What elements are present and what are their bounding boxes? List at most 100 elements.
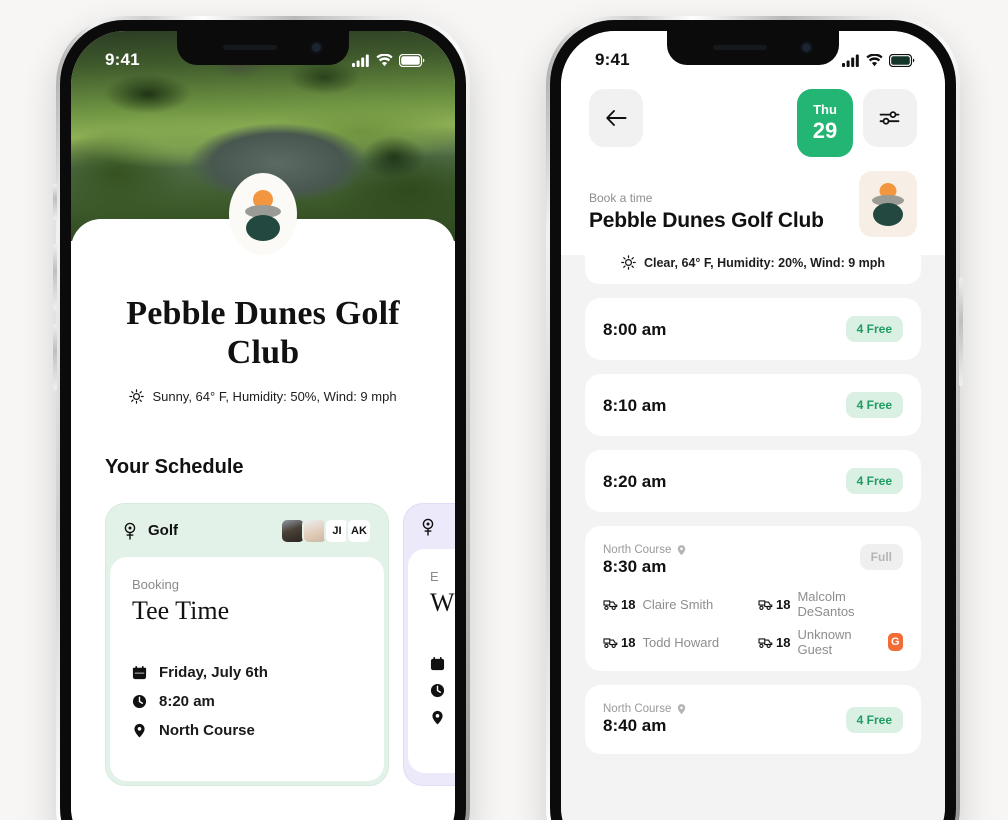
back-button[interactable] (589, 89, 643, 147)
cellular-bars-icon (842, 54, 860, 67)
header-controls-row: Thu 29 (589, 89, 917, 157)
slot-header-left: North Course 8:30 am (603, 544, 687, 577)
slot-time: 8:00 am (603, 319, 667, 339)
phone-bezel-right: 9:41 Thu 29 Book a time Pebble Dunes Gol… (550, 20, 956, 820)
slot-availability-badge: 4 Free (845, 316, 903, 342)
booking-time-row: 8:20 am (132, 693, 362, 710)
power-button-right[interactable] (959, 278, 963, 386)
booking-label-2: E (430, 568, 439, 584)
golf-tee-icon (420, 518, 436, 536)
slot-time: 8:10 am (603, 395, 667, 415)
wifi-icon (866, 53, 883, 67)
slot-course: North Course (603, 703, 687, 715)
booking-date-row: Friday, July 6th (132, 664, 362, 681)
filter-button[interactable] (863, 89, 917, 147)
silence-switch-left[interactable] (53, 184, 57, 220)
slot-players-grid: 18 Claire Smith 18 Malcolm DeSantos 18 T… (603, 589, 903, 657)
schedule-card-header-left-2 (420, 518, 446, 536)
booking-location-row-2 (430, 710, 455, 725)
wifi-icon (376, 53, 393, 67)
page-title: Pebble Dunes Golf Club (126, 295, 400, 371)
earpiece-speaker-icon (223, 45, 277, 50)
sliders-icon (879, 109, 901, 127)
booking-date-text: Friday, July 6th (159, 663, 268, 681)
player-holes: 18 (603, 635, 635, 650)
tee-time-slot[interactable]: 8:20 am 4 Free (585, 450, 921, 512)
player-row-guest: 18 Unknown Guest G (758, 627, 903, 657)
slot-availability-badge: 4 Free (845, 392, 903, 418)
phone-device-left: 9:41 Pebble Dunes Golf Club Sunny, 64° F… (53, 16, 470, 820)
booking-title-2: W W (430, 587, 455, 617)
tee-time-slot[interactable]: 8:00 am 4 Free (585, 298, 921, 360)
weather-text: Sunny, 64° F, Humidity: 50%, Wind: 9 mph (152, 388, 397, 404)
slot-time: 8:40 am (603, 716, 667, 735)
booking-label: Booking (132, 576, 179, 592)
phone-screen-left: 9:41 Pebble Dunes Golf Club Sunny, 64° F… (71, 31, 455, 820)
schedule-card-golf[interactable]: Golf JI AK Booking Tee Time Friday, July… (105, 502, 389, 786)
schedule-card-secondary[interactable]: E W W (403, 502, 455, 786)
player-name: Todd Howard (642, 634, 720, 650)
header-club-title: Pebble Dunes Golf Club (589, 209, 824, 232)
front-camera-icon (310, 41, 323, 54)
player-holes-count: 18 (776, 634, 791, 650)
calendar-icon (430, 656, 445, 671)
tee-time-list[interactable]: Clear, 64° F, Humidity: 20%, Wind: 9 mph… (561, 229, 945, 820)
player-holes-count: 18 (621, 634, 636, 650)
schedule-card-label: Golf (148, 522, 178, 539)
tee-time-slot[interactable]: North Course 8:40 am 4 Free (585, 685, 921, 754)
attendee-avatars[interactable]: JI AK (280, 517, 372, 544)
sun-icon (129, 388, 145, 404)
header-title-block: Book a time Pebble Dunes Golf Club (589, 191, 824, 233)
notch-right (667, 31, 839, 65)
player-name: Malcolm DeSantos (797, 589, 855, 619)
schedule-card-body-2: E W W (408, 548, 455, 773)
schedule-card-header-left: Golf (122, 522, 178, 540)
header-title-row: Book a time Pebble Dunes Golf Club (589, 171, 917, 237)
phone-bezel-left: 9:41 Pebble Dunes Golf Club Sunny, 64° F… (60, 20, 466, 820)
date-selector-chip[interactable]: Thu 29 (797, 89, 853, 157)
player-holes-count: 18 (621, 596, 636, 612)
status-time: 9:41 (105, 50, 140, 69)
club-logo-tile[interactable] (859, 171, 917, 237)
slot-course-name: North Course (603, 544, 672, 556)
slot-availability-badge: 4 Free (845, 468, 903, 494)
booking-time-text: 8:20 am (159, 692, 215, 710)
player-row: 18 Malcolm DeSantos (758, 589, 903, 619)
volume-down-button-left[interactable] (53, 324, 57, 390)
player-holes: 18 (758, 597, 790, 612)
weather-summary: Sunny, 64° F, Humidity: 50%, Wind: 9 mph (71, 389, 455, 404)
location-pin-icon (430, 710, 445, 725)
stacked-stones-logo-icon (240, 188, 286, 241)
slot-availability-badge: 4 Free (845, 706, 903, 733)
golf-cart-icon (603, 636, 618, 649)
avatar-initials-ak[interactable]: AK (346, 517, 372, 544)
schedule-card-body: Booking Tee Time Friday, July 6th 8:20 a… (110, 556, 384, 781)
clock-icon (132, 694, 147, 709)
phone-device-right: 9:41 Thu 29 Book a time Pebble Dunes Gol… (546, 16, 963, 820)
phone-screen-right: 9:41 Thu 29 Book a time Pebble Dunes Gol… (561, 31, 945, 820)
booking-meta-list-2 (430, 656, 455, 725)
schedule-cards-row[interactable]: Golf JI AK Booking Tee Time Friday, July… (71, 502, 455, 786)
location-pin-icon (676, 703, 687, 715)
tee-time-slot[interactable]: 8:10 am 4 Free (585, 374, 921, 436)
booking-date-row-2 (430, 656, 455, 671)
location-pin-icon (132, 723, 147, 738)
player-holes-count: 18 (776, 596, 791, 612)
weather-text: Clear, 64° F, Humidity: 20%, Wind: 9 mph (643, 255, 886, 270)
slot-time: 8:30 am (603, 557, 667, 576)
slot-availability-badge: Full (859, 544, 903, 570)
clock-icon (430, 683, 445, 698)
slot-time: 8:20 am (603, 471, 667, 491)
content-sheet-left: Pebble Dunes Golf Club Sunny, 64° F, Hum… (71, 219, 455, 820)
player-name: Unknown Guest (797, 627, 852, 657)
date-day-number: 29 (812, 118, 838, 143)
golf-tee-icon (122, 522, 138, 540)
status-indicators (842, 53, 915, 67)
booking-title: Tee Time (132, 595, 230, 625)
booking-location-text: North Course (159, 721, 255, 739)
volume-up-button-left[interactable] (53, 244, 57, 310)
tee-time-slot-full[interactable]: North Course 8:30 am Full 18 Claire Smit… (585, 526, 921, 671)
booking-time-row-2 (430, 683, 455, 698)
player-holes: 18 (758, 635, 790, 650)
header-kicker: Book a time (589, 191, 653, 205)
